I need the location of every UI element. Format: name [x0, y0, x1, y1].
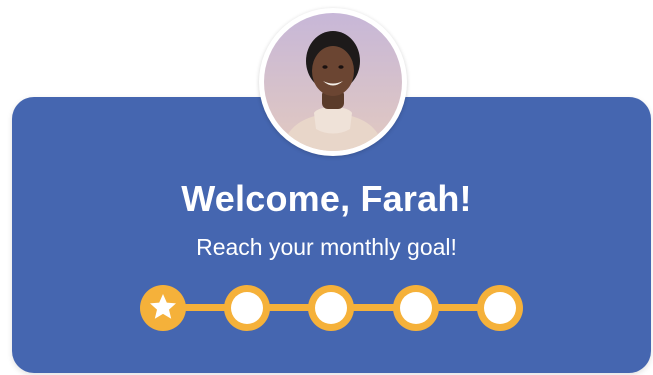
star-icon	[150, 294, 176, 319]
avatar-image	[264, 13, 402, 151]
welcome-title: Welcome, Farah!	[181, 178, 472, 219]
progress-step-3	[308, 285, 354, 331]
avatar	[259, 8, 407, 156]
goal-progress-tracker	[140, 285, 523, 331]
progress-step-2	[224, 285, 270, 331]
goal-subtitle: Reach your monthly goal!	[196, 234, 457, 260]
welcome-widget: Welcome, Farah! Reach your monthly goal!	[0, 0, 653, 375]
progress-step-1	[140, 285, 186, 331]
progress-step-4	[393, 285, 439, 331]
progress-step-5	[477, 285, 523, 331]
